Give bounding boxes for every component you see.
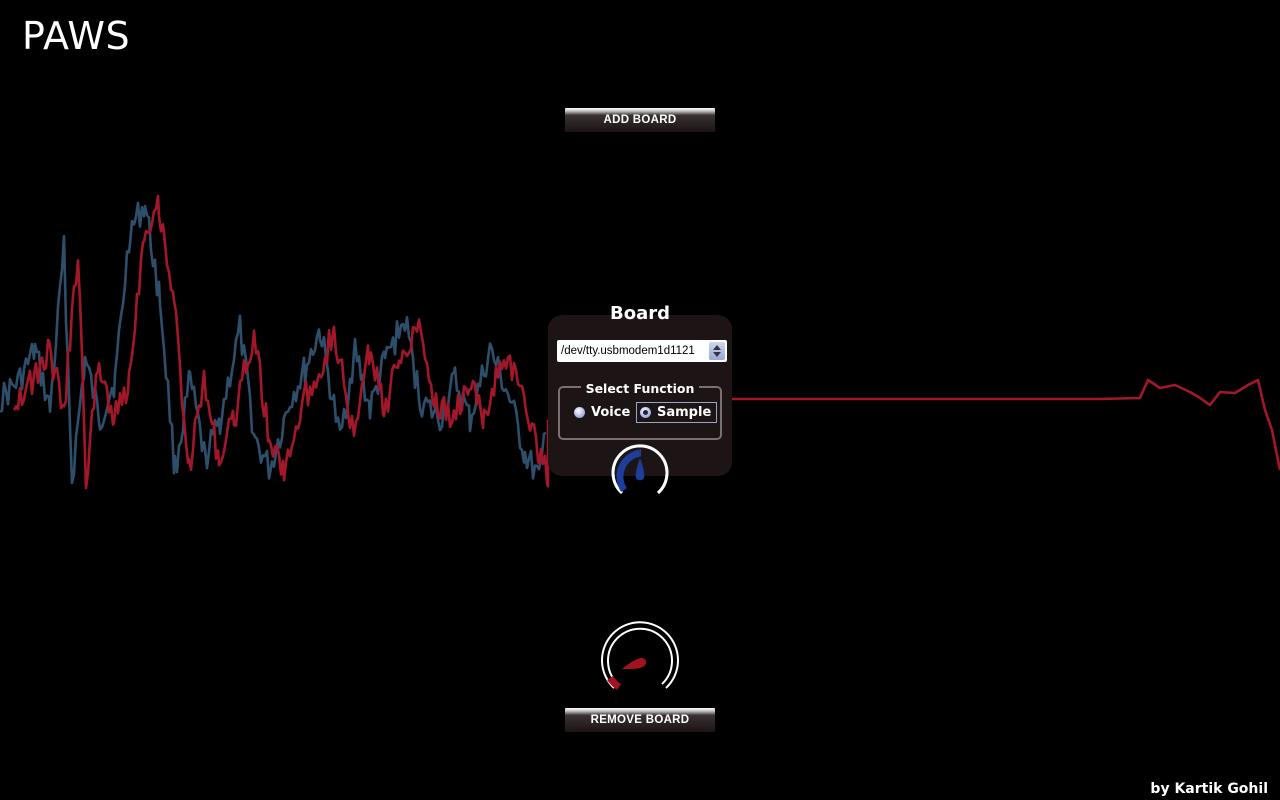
- remove-board-button[interactable]: REMOVE BOARD: [565, 708, 715, 732]
- port-select-value: /dev/tty.usbmodem1d1121: [561, 345, 695, 357]
- radio-icon[interactable]: [640, 407, 651, 418]
- radio-icon[interactable]: [574, 407, 585, 418]
- author-credit: by Kartik Gohil: [1150, 781, 1268, 797]
- select-function-legend: Select Function: [560, 378, 720, 397]
- select-function-legend-text: Select Function: [580, 381, 700, 396]
- app-root: PAWS ADD BOARD Board /dev/tty.usbmodem1d…: [0, 0, 1280, 800]
- radio-voice[interactable]: Voice: [574, 405, 630, 420]
- select-function-group: Select Function Voice Sample: [558, 381, 722, 440]
- main-knob-icon[interactable]: [598, 620, 682, 696]
- select-arrows-icon[interactable]: [709, 342, 725, 360]
- port-select[interactable]: /dev/tty.usbmodem1d1121: [557, 340, 727, 362]
- radio-sample-label: Sample: [657, 405, 712, 420]
- radio-voice-label: Voice: [591, 405, 631, 420]
- board-title: Board: [610, 303, 670, 324]
- board-knob-icon[interactable]: [610, 444, 670, 500]
- radio-sample[interactable]: Sample: [636, 402, 718, 423]
